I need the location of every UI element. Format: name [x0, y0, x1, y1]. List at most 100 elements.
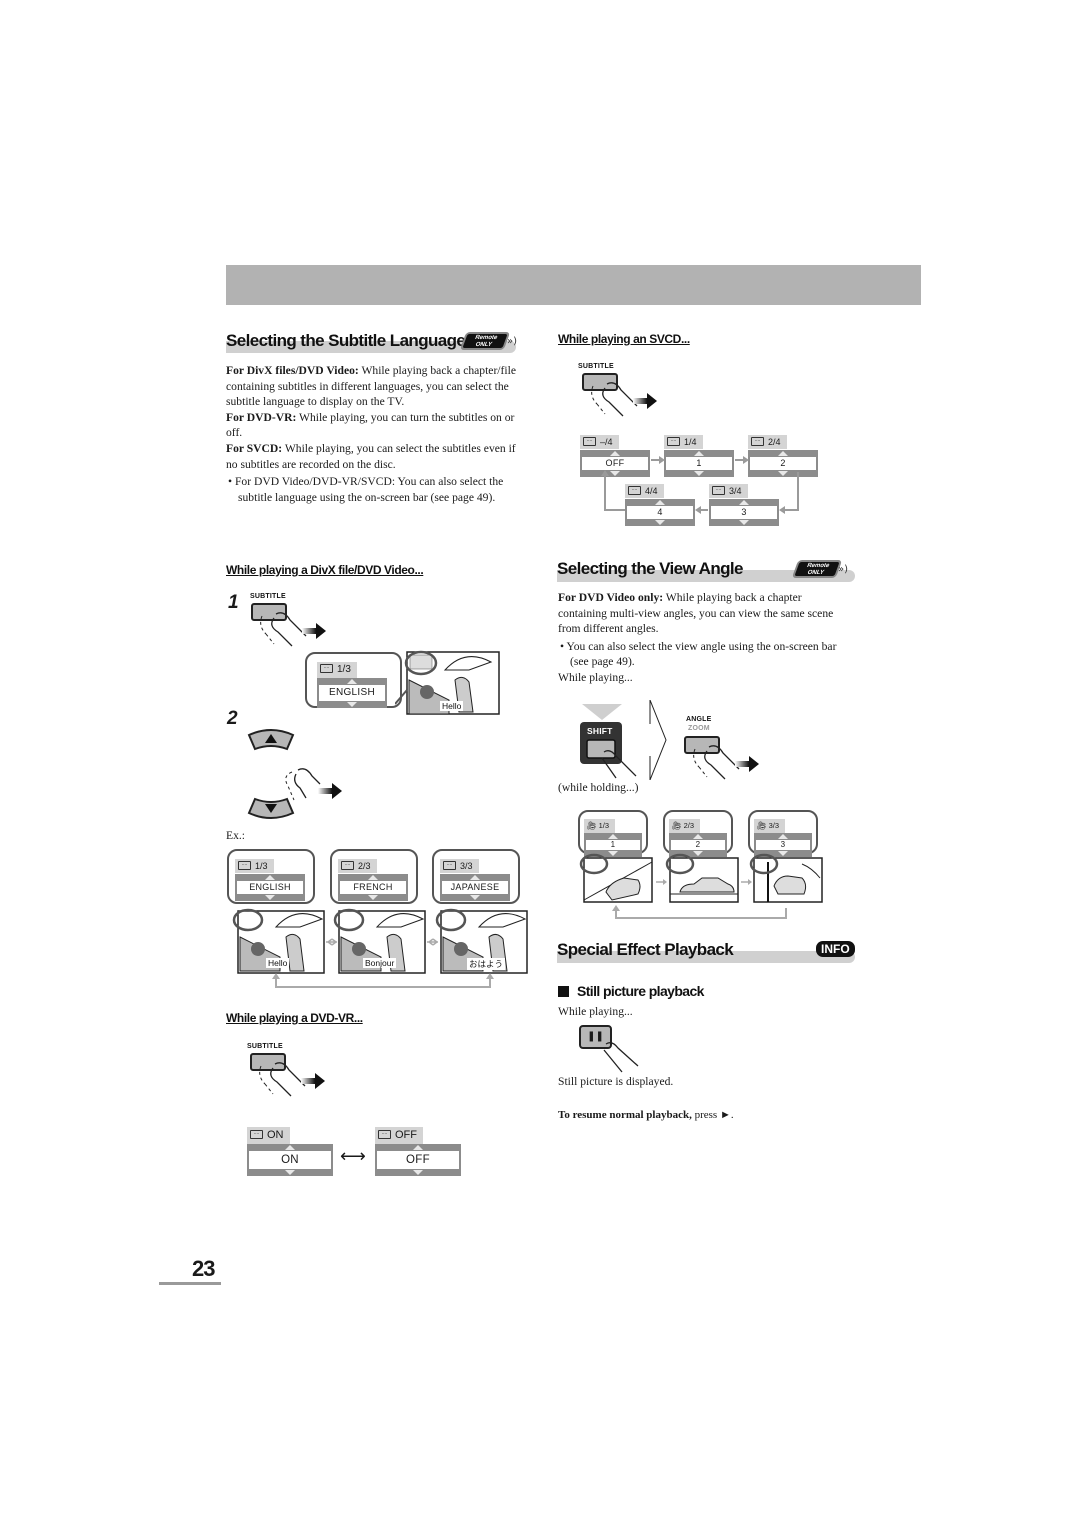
divx-heading: While playing a DivX file/DVD Video... — [226, 563, 424, 577]
shift-button-label[interactable]: SHIFT — [587, 726, 613, 736]
osd-frame: JAPANESE — [440, 874, 510, 901]
scene-caption: おはよう — [467, 958, 506, 970]
angle-section-title: Selecting the View Angle — [557, 559, 743, 578]
up-arrow-icon — [249, 1144, 331, 1151]
remote-signal-icon: ») — [838, 564, 849, 575]
still-picture-result: Still picture is displayed. — [558, 1075, 674, 1088]
osd-tab-text: ON — [267, 1129, 284, 1141]
osd-tab-text: 1/3 — [255, 861, 268, 871]
down-arrow-icon — [237, 894, 303, 901]
osd-tab-text: OFF — [395, 1129, 417, 1141]
osd-tab: .... 2/3 — [338, 859, 377, 873]
osd-display: 🎥︎ 1/3 1 — [584, 815, 642, 857]
up-arrow-icon — [586, 833, 640, 840]
up-button[interactable] — [246, 728, 296, 752]
osd-tab: 🎥︎ 3/3 — [754, 819, 786, 833]
osd-display: .... 1/3 ENGLISH — [317, 659, 387, 708]
angle-icon: 🎥︎ — [757, 821, 769, 830]
up-arrow-icon — [756, 833, 810, 840]
osd-display: .... OFF OFF — [375, 1125, 461, 1176]
shift-button-diagram — [580, 700, 667, 780]
osd-tab: .... 1/3 — [235, 859, 274, 873]
special-section-title: Special Effect Playback — [557, 940, 734, 959]
osd-tab-text: 3/3 — [768, 821, 780, 830]
car-scene-3 — [749, 853, 823, 903]
subtitle-button-label: SUBTITLE — [247, 1043, 283, 1050]
osd-frame: ON — [247, 1144, 333, 1176]
osd-tab-text: 3/3 — [460, 861, 473, 871]
zoom-button-label: ZOOM — [688, 725, 710, 732]
osd-tab: 🎥︎ 2/3 — [669, 819, 701, 833]
scene-caption: Hello — [266, 958, 290, 968]
osd-value: OFF — [377, 1151, 459, 1169]
finger-press-icon — [259, 1062, 325, 1097]
osd-display: .... 2/3 FRENCH — [338, 856, 408, 901]
dvdvr-heading: While playing a DVD-VR... — [226, 1011, 363, 1025]
angle-icon: 🎥︎ — [672, 821, 684, 830]
down-button[interactable] — [246, 796, 296, 820]
para-divx: For DivX files/DVD Video: While playing … — [226, 363, 518, 410]
up-arrow-icon — [671, 833, 725, 840]
finger-press-icon — [260, 612, 326, 647]
cycle-arrows — [601, 456, 799, 514]
para-dvdvr: For DVD-VR: While playing, you can turn … — [226, 410, 518, 441]
osd-value: 1 — [586, 840, 640, 850]
osd-tab-text: 1/3 — [598, 821, 610, 830]
down-arrow-icon — [377, 1169, 459, 1176]
subtitle-section-title: Selecting the Subtitle Language — [226, 331, 466, 350]
osd-tab: .... 3/3 — [440, 859, 479, 873]
osd-frame: OFF — [375, 1144, 461, 1176]
example-scenes — [232, 908, 528, 988]
osd-tab-text: 2/3 — [683, 821, 695, 830]
still-picture-heading: Still picture playback — [577, 983, 704, 999]
toggle-arrow-icon: ⟷ — [340, 1146, 366, 1167]
up-arrow-icon — [377, 1144, 459, 1151]
osd-frame: FRENCH — [338, 874, 408, 901]
resume-lead: To resume normal playback, — [558, 1109, 692, 1121]
remote-only-badge: Remote ONLY — [459, 332, 511, 350]
finger-press-icon — [603, 1042, 639, 1073]
osd-tab: .... ON — [247, 1127, 290, 1144]
osd-value: FRENCH — [340, 881, 406, 894]
para-lead: For DVD Video only: — [558, 591, 664, 604]
subtitle-button-label: SUBTITLE — [250, 593, 286, 600]
osd-tab-text: 2/3 — [358, 861, 371, 871]
up-arrow-icon — [237, 874, 303, 881]
resume-instruction: To resume normal playback, press ►. — [558, 1108, 734, 1124]
osd-value: 2 — [671, 840, 725, 850]
osd-frame: ENGLISH — [317, 678, 387, 708]
bullet-text: For DVD Video/DVD-VR/SVCD: You can also … — [234, 475, 504, 504]
para-lead: For DivX files/DVD Video: — [226, 364, 359, 377]
scene-caption: Bonjour — [363, 958, 397, 968]
resume-text: press ►. — [691, 1109, 734, 1121]
badge-line2: ONLY — [806, 570, 825, 576]
subtitle-icon: .... — [320, 663, 333, 673]
down-arrow-icon — [249, 1169, 331, 1176]
example-label: Ex.: — [226, 829, 245, 842]
badge-line1: Remote — [473, 335, 499, 341]
page-number: 23 — [192, 1256, 216, 1281]
while-playing-label: While playing... — [558, 670, 633, 684]
subtitle-intro: For DivX files/DVD Video: While playing … — [226, 363, 518, 505]
up-arrow-icon — [319, 678, 385, 685]
while-playing-label: While playing... — [558, 1005, 633, 1018]
car-scene-2 — [665, 853, 739, 903]
down-arrow-icon — [442, 894, 508, 901]
osd-display: .... 1/3 ENGLISH — [235, 856, 305, 901]
car-angle-scenes — [579, 853, 823, 919]
osd-frame: ENGLISH — [235, 874, 305, 901]
osd-display: 🎥︎ 3/3 3 — [754, 815, 812, 857]
angle-intro: For DVD Video only: While playing back a… — [558, 590, 850, 686]
scene-caption: Hello — [440, 701, 464, 711]
subtitle-icon: .... — [341, 861, 354, 871]
finger-press-icon — [693, 745, 759, 780]
angle-icon: 🎥︎ — [587, 821, 599, 830]
osd-tab: 🎥︎ 1/3 — [584, 819, 616, 833]
down-arrow-icon — [319, 701, 385, 708]
osd-value: ENGLISH — [319, 685, 385, 701]
car-scene-1 — [579, 853, 653, 903]
osd-display: 🎥︎ 2/3 2 — [669, 815, 727, 857]
info-badge: INFO — [816, 941, 855, 957]
osd-value: JAPANESE — [442, 881, 508, 894]
bullet-note: • For DVD Video/DVD-VR/SVCD: You can als… — [228, 475, 504, 504]
